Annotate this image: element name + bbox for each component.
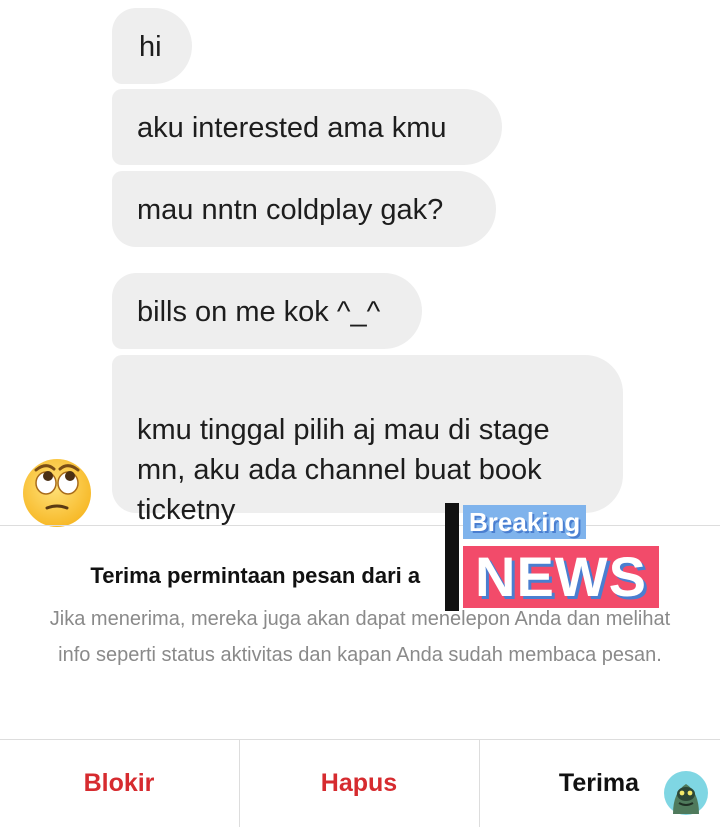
sticker-bar xyxy=(445,503,459,611)
eye-roll-emoji-icon xyxy=(23,459,91,527)
message-bubble[interactable]: kmu tinggal pilih aj mau di stage mn, ak… xyxy=(112,355,623,526)
alien-avatar-icon xyxy=(664,771,708,815)
block-button[interactable]: Blokir xyxy=(0,740,238,827)
message-bubble[interactable]: mau nntn coldplay gak? xyxy=(112,171,496,247)
message-bubble[interactable]: hi xyxy=(112,8,192,84)
breaking-news-sticker: Breaking NEWS xyxy=(445,500,665,612)
message-text: aku interested ama kmu xyxy=(137,112,447,144)
message-bubble[interactable]: aku interested ama kmu xyxy=(112,89,502,165)
message-text: hi xyxy=(139,31,162,63)
delete-button[interactable]: Hapus xyxy=(240,740,478,827)
news-label: NEWS xyxy=(463,546,659,608)
message-text: bills on me kok ^_^ xyxy=(137,296,381,328)
breaking-label: Breaking xyxy=(463,505,587,539)
message-bubble[interactable]: bills on me kok ^_^ xyxy=(112,273,422,349)
message-text: mau nntn coldplay gak? xyxy=(137,194,444,226)
